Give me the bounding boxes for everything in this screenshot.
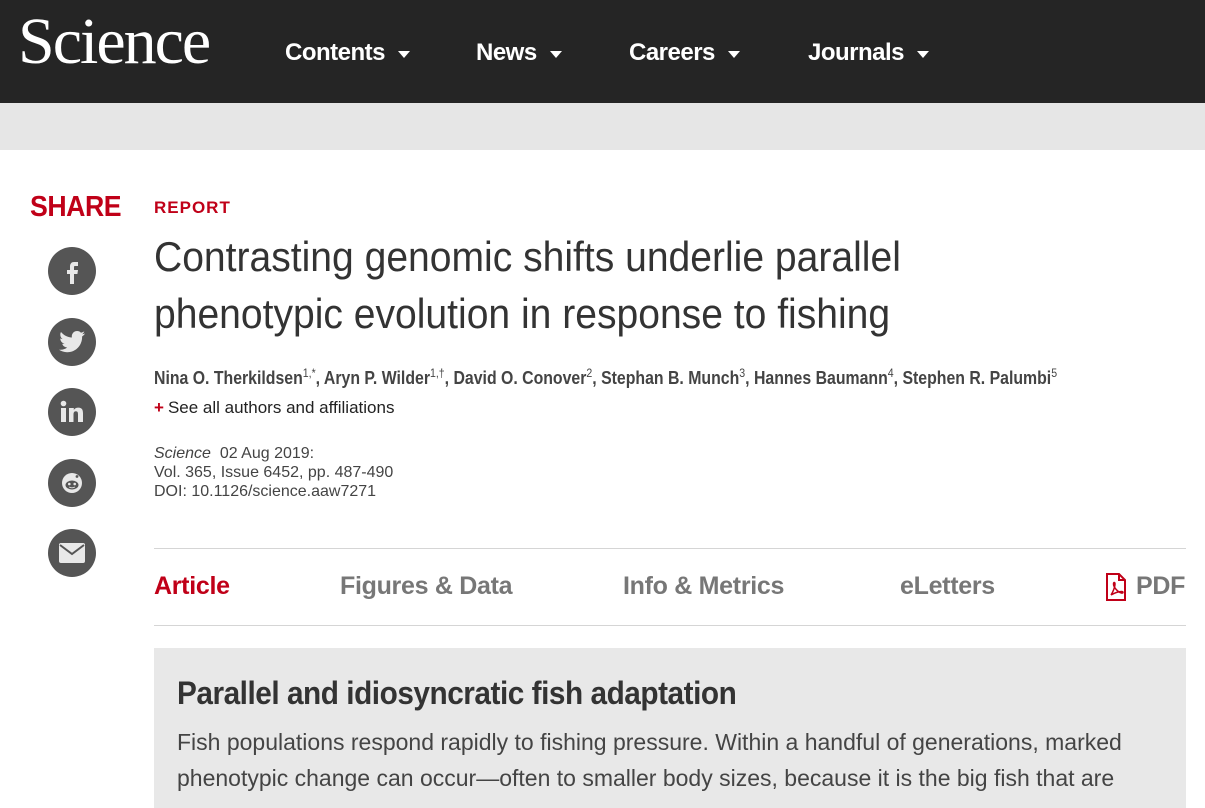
summary-line: Fish populations respond rapidly to fish… (177, 729, 1122, 755)
nav-contents[interactable]: Contents (285, 36, 410, 70)
see-all-authors-link[interactable]: + See all authors and affiliations (154, 398, 394, 418)
nav-news[interactable]: News (476, 36, 562, 70)
author-name[interactable]: Stephen R. Palumbi (902, 368, 1051, 388)
share-twitter-button[interactable] (48, 318, 96, 366)
email-icon (59, 543, 85, 563)
twitter-icon (59, 331, 85, 353)
editors-summary-box: Parallel and idiosyncratic fish adaptati… (154, 648, 1186, 808)
citation-date-line: Science 02 Aug 2019: (154, 444, 393, 463)
share-facebook-button[interactable] (48, 247, 96, 295)
author-affiliation: 5 (1051, 366, 1058, 380)
author-list: Nina O. Therkildsen1,*, Aryn P. Wilder1,… (154, 366, 1058, 388)
tab-eletters[interactable]: eLetters (900, 572, 995, 601)
nav-news-label: News (476, 39, 537, 66)
share-heading: SHARE (30, 191, 122, 223)
chevron-down-icon (549, 51, 562, 58)
citation-block: Science 02 Aug 2019: Vol. 365, Issue 645… (154, 444, 393, 501)
author-affiliation: 1,* (302, 366, 316, 380)
nav-journals[interactable]: Journals (808, 36, 930, 70)
nav-careers-label: Careers (629, 39, 715, 66)
linkedin-icon (60, 400, 83, 422)
plus-icon: + (154, 398, 164, 417)
author-name[interactable]: Aryn P. Wilder (324, 368, 430, 388)
nav-journals-label: Journals (808, 39, 905, 66)
summary-heading: Parallel and idiosyncratic fish adaptati… (177, 675, 737, 711)
top-navigation-bar: Science Contents News Careers Journals (0, 0, 1205, 103)
tab-pdf[interactable]: PDF (1104, 572, 1185, 601)
chevron-down-icon (398, 51, 410, 58)
journal-name: Science (154, 445, 211, 462)
science-logo[interactable]: Science (18, 2, 211, 82)
author-affiliation: 3 (739, 366, 746, 380)
see-all-authors-label: See all authors and affiliations (167, 398, 395, 417)
author-affiliation: 2 (586, 366, 593, 380)
author-affiliation: 4 (887, 366, 894, 380)
tab-info-metrics[interactable]: Info & Metrics (623, 572, 784, 601)
publication-date: 02 Aug 2019: (219, 445, 315, 462)
chevron-down-icon (727, 51, 740, 58)
doi: DOI: 10.1126/science.aaw7271 (154, 483, 377, 500)
summary-text: Fish populations respond rapidly to fish… (177, 724, 1177, 796)
tab-article[interactable]: Article (154, 572, 230, 601)
author-name[interactable]: Hannes Baumann (754, 368, 888, 388)
author-name[interactable]: Stephan B. Munch (601, 368, 739, 388)
divider (154, 548, 1186, 549)
secondary-bar (0, 103, 1205, 150)
share-reddit-button[interactable] (48, 459, 96, 507)
share-email-button[interactable] (48, 529, 96, 577)
author-name[interactable]: Nina O. Therkildsen (154, 368, 303, 388)
facebook-icon (67, 262, 78, 284)
article-title: Contrasting genomic shifts underlie para… (154, 228, 1084, 342)
nav-contents-label: Contents (285, 39, 386, 66)
pdf-icon (1106, 572, 1126, 601)
tab-figures-data[interactable]: Figures & Data (340, 572, 513, 601)
chevron-down-icon (917, 51, 930, 58)
pdf-label: PDF (1136, 572, 1186, 600)
article-title-line: Contrasting genomic shifts underlie para… (154, 233, 901, 280)
volume-issue: Vol. 365, Issue 6452, pp. 487-490 (154, 464, 394, 481)
author-name[interactable]: David O. Conover (453, 368, 586, 388)
article-type-label: REPORT (154, 198, 231, 217)
nav-careers[interactable]: Careers (629, 36, 740, 70)
reddit-icon (62, 473, 82, 493)
share-linkedin-button[interactable] (48, 388, 96, 436)
divider (154, 625, 1186, 626)
summary-line: phenotypic change can occur—often to sma… (177, 765, 1115, 791)
author-affiliation: 1,† (429, 366, 445, 380)
article-title-line: phenotypic evolution in response to fish… (154, 290, 891, 337)
